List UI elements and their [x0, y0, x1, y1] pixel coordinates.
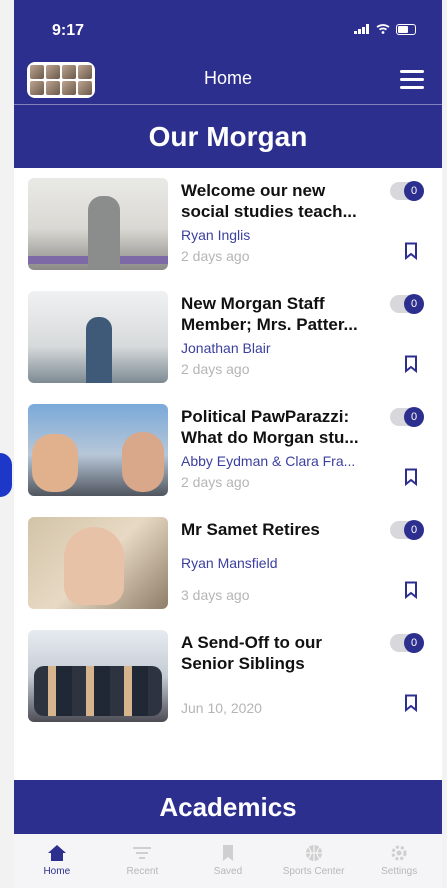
article-title-line1[interactable]: Mr Samet Retires — [181, 519, 391, 540]
article-card[interactable]: Mr Samet Retires Ryan Mansfield 3 days a… — [14, 507, 442, 620]
article-toggle[interactable]: 0 — [390, 520, 424, 540]
tab-sports-center[interactable]: Sports Center — [274, 834, 354, 877]
article-toggle[interactable]: 0 — [390, 407, 424, 427]
toggle-badge: 0 — [404, 294, 424, 314]
bookmark-icon[interactable] — [404, 468, 418, 487]
article-toggle[interactable]: 0 — [390, 633, 424, 653]
article-title-line2[interactable]: social studies teach... — [181, 201, 391, 222]
tab-label: Home — [43, 866, 71, 877]
floating-edge-handle[interactable] — [0, 453, 12, 497]
article-title-line1[interactable]: Welcome our new — [181, 180, 391, 201]
tab-label: Settings — [381, 866, 418, 877]
bookmark-icon[interactable] — [404, 355, 418, 374]
tab-recent[interactable]: Recent — [102, 834, 182, 877]
article-card[interactable]: A Send-Off to our Senior Siblings Jun 10… — [14, 620, 442, 733]
article-thumbnail[interactable] — [28, 630, 168, 722]
bookmark-icon[interactable] — [404, 581, 418, 600]
hamburger-menu-icon[interactable] — [400, 70, 424, 90]
status-time: 9:17 — [52, 22, 85, 39]
bookmark-icon[interactable] — [404, 242, 418, 261]
signal-icon — [354, 22, 370, 37]
bookmark-icon[interactable] — [404, 694, 418, 713]
article-title-line1[interactable]: Political PawParazzi: — [181, 406, 391, 427]
tab-label: Saved — [213, 866, 243, 877]
article-toggle[interactable]: 0 — [390, 294, 424, 314]
toggle-badge: 0 — [404, 181, 424, 201]
tab-label: Sports Center — [282, 866, 345, 877]
toggle-badge: 0 — [404, 520, 424, 540]
article-author: Ryan Mansfield — [181, 555, 278, 571]
article-title-line2[interactable]: Senior Siblings — [181, 653, 391, 674]
toggle-badge: 0 — [404, 407, 424, 427]
tab-saved[interactable]: Saved — [188, 834, 268, 877]
tab-label: Recent — [126, 866, 159, 877]
article-card[interactable]: New Morgan Staff Member; Mrs. Patter... … — [14, 281, 442, 394]
article-author: Abby Eydman & Clara Fra... — [181, 453, 356, 469]
article-card[interactable]: Welcome our new social studies teach... … — [14, 168, 442, 281]
toggle-badge: 0 — [404, 633, 424, 653]
article-date: 3 days ago — [181, 587, 250, 603]
filter-lines-icon — [131, 844, 153, 862]
article-thumbnail[interactable] — [28, 404, 168, 496]
article-title-line1[interactable]: A Send-Off to our — [181, 632, 391, 653]
gear-icon — [388, 844, 410, 862]
article-title-line1[interactable]: New Morgan Staff — [181, 293, 391, 314]
article-title-line2[interactable]: Member; Mrs. Patter... — [181, 314, 391, 335]
article-title-line2[interactable]: What do Morgan stu... — [181, 427, 391, 448]
article-toggle[interactable]: 0 — [390, 181, 424, 201]
article-date: 2 days ago — [181, 361, 250, 377]
top-app-bar: 9:17 Home Our Morgan — [14, 0, 442, 168]
article-author: Ryan Inglis — [181, 227, 251, 243]
article-thumbnail[interactable] — [28, 291, 168, 383]
article-author: Jonathan Blair — [181, 340, 271, 356]
bottom-tab-bar: Home Recent Saved Sports Center Settings — [14, 834, 442, 888]
wifi-icon — [376, 22, 390, 37]
page-title: Home — [203, 68, 252, 88]
tab-home[interactable]: Home — [17, 834, 97, 877]
article-date: 2 days ago — [181, 248, 250, 264]
battery-icon — [396, 24, 416, 35]
status-icons — [354, 22, 416, 37]
bookmark-icon — [217, 844, 239, 862]
home-icon — [46, 844, 68, 862]
article-date: Jun 10, 2020 — [181, 700, 262, 716]
app-screen: 9:17 Home Our Morgan Welcome our new soc… — [14, 0, 442, 888]
tab-settings[interactable]: Settings — [359, 834, 439, 877]
article-thumbnail[interactable] — [28, 517, 168, 609]
article-card[interactable]: Political PawParazzi: What do Morgan stu… — [14, 394, 442, 507]
ball-icon — [303, 844, 325, 862]
article-date: 2 days ago — [181, 474, 250, 490]
article-thumbnail[interactable] — [28, 178, 168, 270]
section-title-our-morgan: Our Morgan — [14, 104, 442, 169]
section-title-academics: Academics — [14, 780, 442, 834]
